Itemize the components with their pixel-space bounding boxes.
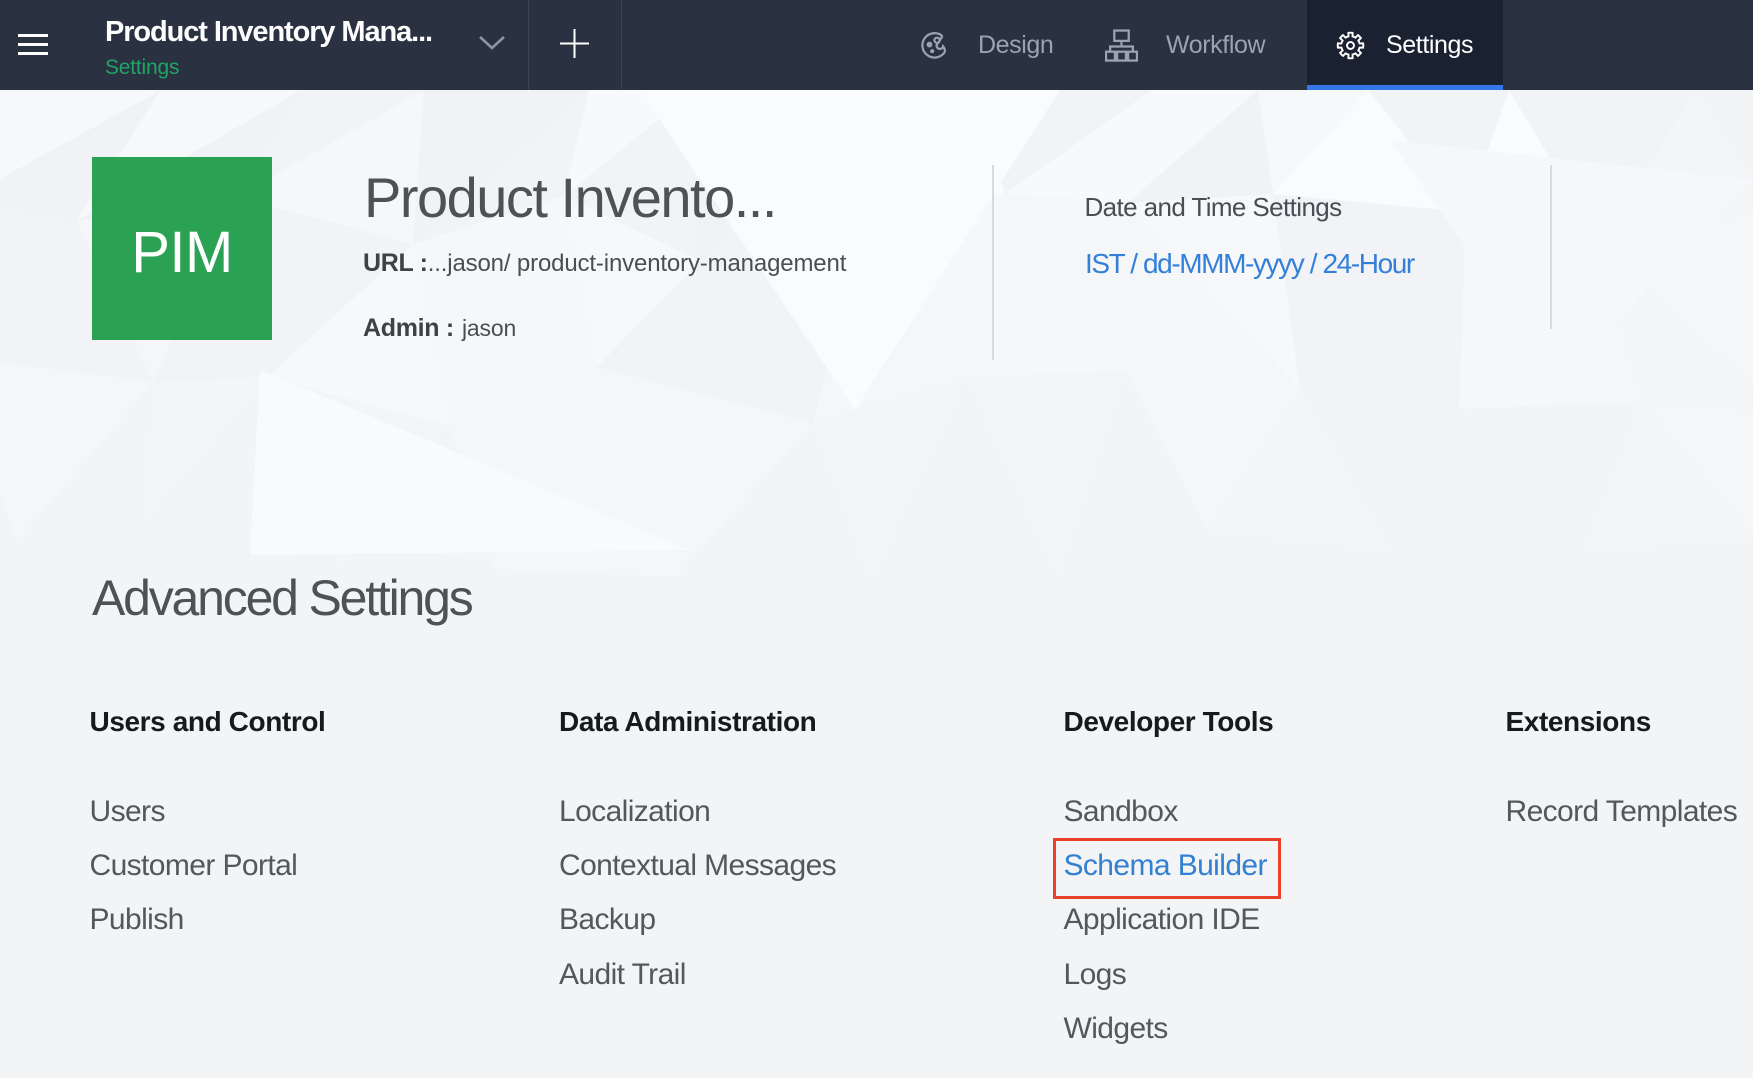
item-application-ide[interactable]: Application IDE xyxy=(1064,905,1260,935)
admin-label: Admin : xyxy=(363,314,454,342)
item-logs[interactable]: Logs xyxy=(1064,960,1127,990)
page-title: Product Invento... xyxy=(364,170,776,226)
tab-settings[interactable]: Settings xyxy=(1307,0,1503,90)
app-icon-text: PIM xyxy=(131,219,233,286)
item-record-templates[interactable]: Record Templates xyxy=(1506,797,1738,827)
app-url-row: URL :...jason/ product-inventory-managem… xyxy=(363,251,846,276)
chevron-down-icon[interactable] xyxy=(478,35,506,51)
app-admin-row: Admin : jason xyxy=(363,316,516,341)
item-publish[interactable]: Publish xyxy=(90,905,184,935)
column-title-extensions: Extensions xyxy=(1506,708,1651,736)
tab-settings-label: Settings xyxy=(1386,33,1473,58)
item-backup[interactable]: Backup xyxy=(559,905,655,935)
hamburger-menu-icon[interactable] xyxy=(18,34,48,57)
vertical-divider xyxy=(992,165,994,360)
tab-design-label: Design xyxy=(978,33,1053,58)
url-value: ...jason/ product-inventory-management xyxy=(428,250,847,277)
item-sandbox[interactable]: Sandbox xyxy=(1064,797,1178,827)
admin-value: jason xyxy=(462,315,516,341)
item-localization[interactable]: Localization xyxy=(559,797,710,827)
topbar-separator xyxy=(621,0,622,90)
column-title-developer-tools: Developer Tools xyxy=(1064,708,1274,736)
item-customer-portal[interactable]: Customer Portal xyxy=(90,851,298,881)
item-widgets[interactable]: Widgets xyxy=(1064,1014,1168,1044)
item-schema-builder[interactable]: Schema Builder xyxy=(1064,851,1267,881)
column-title-data-administration: Data Administration xyxy=(559,708,816,736)
active-tab-underline xyxy=(1307,85,1503,91)
settings-page: Product Inventory Mana... Settings Desig… xyxy=(0,0,1753,1078)
palette-icon xyxy=(919,30,950,61)
topbar-separator xyxy=(528,0,529,90)
tab-workflow-label: Workflow xyxy=(1166,33,1265,58)
column-title-users-and-control: Users and Control xyxy=(90,708,326,736)
workflow-icon xyxy=(1105,29,1138,62)
gear-icon xyxy=(1335,30,1366,61)
url-label: URL : xyxy=(363,249,428,277)
item-contextual-messages[interactable]: Contextual Messages xyxy=(559,851,836,881)
tab-design[interactable]: Design xyxy=(919,0,1053,90)
topbar: Product Inventory Mana... Settings Desig… xyxy=(0,0,1753,90)
add-application-button[interactable] xyxy=(559,28,590,59)
tab-workflow[interactable]: Workflow xyxy=(1105,0,1265,90)
topbar-app-section: Settings xyxy=(105,57,179,78)
datetime-settings-link[interactable]: IST / dd-MMM-yyyy / 24-Hour xyxy=(1085,250,1414,278)
advanced-settings-heading: Advanced Settings xyxy=(92,573,472,623)
vertical-divider xyxy=(1550,165,1552,329)
topbar-app-name[interactable]: Product Inventory Mana... xyxy=(105,18,432,47)
app-icon-tile[interactable]: PIM xyxy=(92,157,272,340)
datetime-settings-label: Date and Time Settings xyxy=(1085,194,1342,220)
item-audit-trail[interactable]: Audit Trail xyxy=(559,960,686,990)
item-users[interactable]: Users xyxy=(90,797,165,827)
